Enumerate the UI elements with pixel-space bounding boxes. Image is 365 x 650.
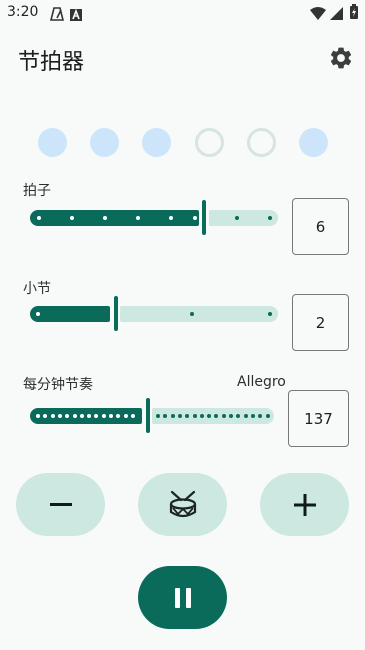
slider-thumb[interactable] <box>114 296 118 331</box>
gear-icon <box>330 47 352 69</box>
slider-tick <box>79 414 84 418</box>
slider-tick <box>70 216 74 220</box>
app-title: 节拍器 <box>18 50 85 75</box>
slider-tick <box>72 414 77 418</box>
accessibility-icon <box>70 6 82 25</box>
slider-tick <box>36 414 40 418</box>
tap-tempo-button[interactable] <box>138 473 227 536</box>
cell-signal-icon <box>330 5 343 24</box>
tempo-value-field[interactable]: 137 <box>288 390 349 447</box>
play-pause-button[interactable] <box>138 566 227 629</box>
slider-tick <box>192 414 197 418</box>
slider-active-track <box>30 306 110 322</box>
slider-tick <box>265 414 270 418</box>
beats-value-field[interactable]: 6 <box>292 198 349 255</box>
slider-inactive-track <box>120 306 278 322</box>
beat-indicator <box>0 128 365 158</box>
slider-tick <box>190 312 194 316</box>
slider-active-track <box>30 210 199 226</box>
slider-tick <box>37 216 41 220</box>
battery-charging-icon <box>350 4 358 23</box>
slider-tick <box>130 414 135 418</box>
slider-tick <box>109 414 113 418</box>
slider-tick <box>36 312 40 316</box>
slider-tick <box>170 414 175 418</box>
metronome-notification-icon <box>49 6 65 25</box>
slider-thumb[interactable] <box>202 200 206 235</box>
beat-dot <box>299 128 328 157</box>
beat-dot <box>90 128 119 157</box>
beat-dot <box>38 128 67 157</box>
drum-icon <box>169 490 196 517</box>
slider-tick <box>221 414 226 418</box>
beats-slider[interactable] <box>30 200 278 235</box>
bars-value-field[interactable]: 2 <box>292 294 349 351</box>
bars-slider[interactable] <box>30 296 278 331</box>
slider-tick <box>268 216 272 220</box>
slider-tick <box>235 216 239 220</box>
beat-dot <box>247 128 276 157</box>
slider-tick <box>199 414 204 418</box>
slider-tick <box>57 414 62 418</box>
slider-tick <box>101 414 106 418</box>
beats-label: 拍子 <box>23 183 51 199</box>
tempo-slider[interactable] <box>30 398 274 433</box>
slider-tick <box>169 216 173 220</box>
wifi-icon <box>310 5 326 24</box>
slider-tick <box>123 414 128 418</box>
decrease-tempo-button[interactable] <box>16 473 105 536</box>
slider-tick <box>156 414 160 418</box>
increase-tempo-button[interactable] <box>260 473 349 536</box>
slider-tick <box>250 414 255 418</box>
settings-button[interactable] <box>328 45 354 71</box>
bars-label: 小节 <box>23 281 51 297</box>
slider-thumb[interactable] <box>146 398 150 433</box>
beat-dot <box>142 128 171 157</box>
slider-tick <box>229 414 233 418</box>
pause-icon <box>174 587 191 608</box>
slider-tick <box>193 216 197 220</box>
slider-tick <box>268 312 272 316</box>
slider-tick <box>50 414 55 418</box>
slider-tick <box>103 216 107 220</box>
status-time: 3:20 <box>7 4 39 20</box>
tempo-label: 每分钟节奏 <box>23 377 93 393</box>
slider-tick <box>243 414 248 418</box>
tempo-marking: Allegro <box>237 374 286 390</box>
slider-tick <box>136 216 140 220</box>
plus-icon <box>293 493 316 516</box>
beat-dot <box>195 128 224 157</box>
minus-icon <box>49 502 72 506</box>
status-bar: 3:20 <box>0 0 365 26</box>
slider-tick <box>177 414 182 418</box>
